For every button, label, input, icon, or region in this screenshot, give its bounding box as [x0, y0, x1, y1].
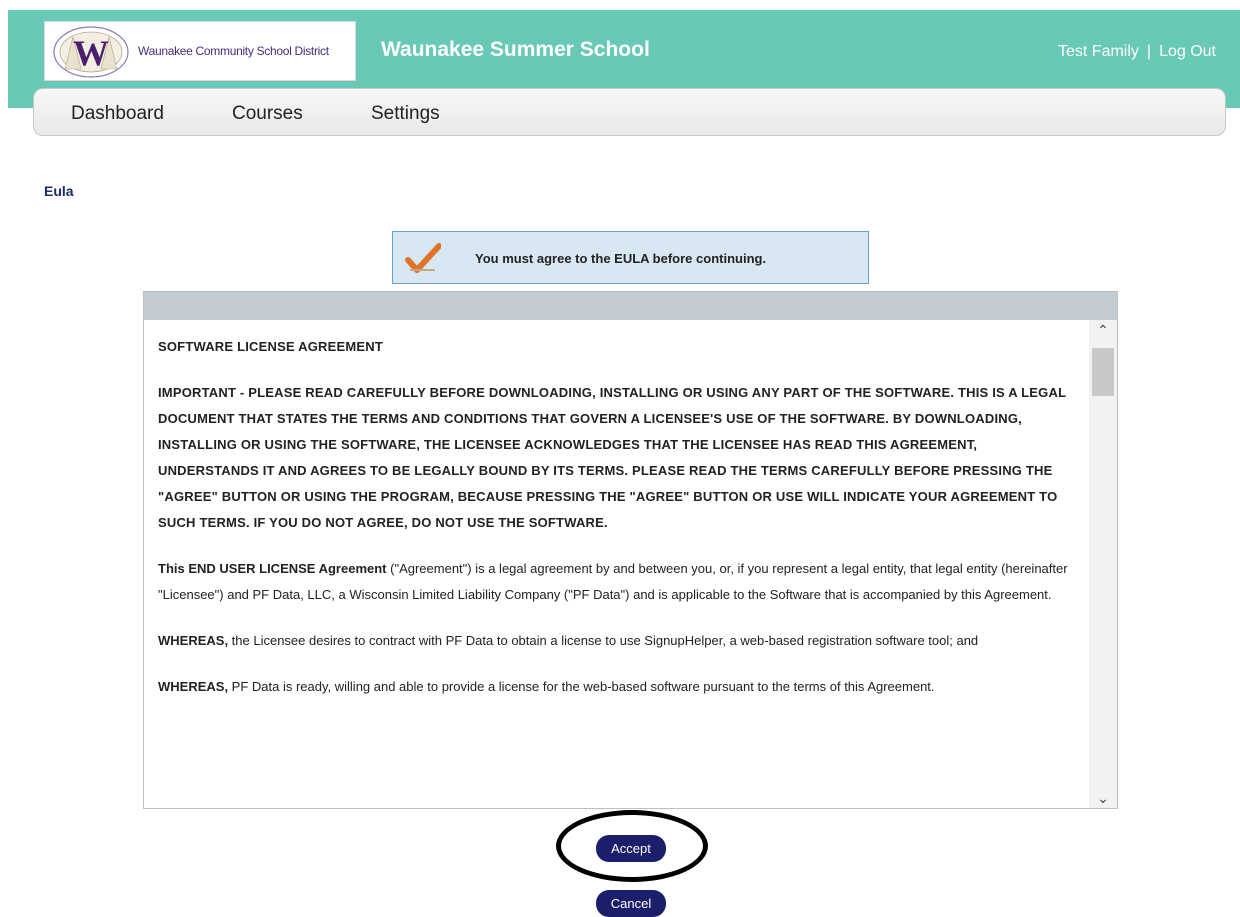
cancel-button[interactable]: Cancel: [596, 890, 666, 917]
page-title: Eula: [44, 183, 74, 199]
scroll-thumb[interactable]: [1092, 348, 1114, 396]
checkmark-icon: [405, 243, 441, 273]
eula-paragraph-3-text: PF Data is ready, willing and able to pr…: [228, 679, 935, 694]
eula-paragraph-3: WHEREAS, PF Data is ready, willing and a…: [158, 674, 1076, 700]
nav-settings[interactable]: Settings: [371, 103, 440, 125]
scroll-down-icon[interactable]: ⌄: [1089, 788, 1117, 808]
main-nav: Dashboard Courses Settings: [33, 88, 1226, 136]
nav-courses[interactable]: Courses: [232, 103, 303, 125]
user-name-link[interactable]: Test Family: [1058, 43, 1139, 60]
eula-text-area[interactable]: SOFTWARE LICENSE AGREEMENT IMPORTANT - P…: [144, 320, 1090, 808]
eula-title: SOFTWARE LICENSE AGREEMENT: [158, 339, 384, 354]
app-title: Waunakee Summer School: [381, 38, 650, 61]
eula-paragraph-1-lead: This END USER LICENSE Agreement: [158, 561, 387, 576]
link-separator: |: [1146, 43, 1152, 60]
notice-message: You must agree to the EULA before contin…: [475, 251, 767, 266]
highlight-circle: [556, 810, 708, 882]
eula-paragraph-3-lead: WHEREAS,: [158, 679, 229, 694]
district-emblem-icon: W: [53, 26, 129, 78]
district-name: Waunakee Community School District: [138, 44, 329, 58]
nav-dashboard[interactable]: Dashboard: [71, 103, 164, 125]
eula-important-notice: IMPORTANT - PLEASE READ CAREFULLY BEFORE…: [158, 385, 1066, 530]
eula-panel-header: [144, 292, 1117, 320]
eula-notice: You must agree to the EULA before contin…: [392, 231, 869, 284]
eula-scrollbar[interactable]: ⌃ ⌄: [1089, 320, 1117, 808]
svg-text:W: W: [73, 33, 109, 73]
eula-paragraph-2-text: the Licensee desires to contract with PF…: [228, 633, 979, 648]
eula-paragraph-2-lead: WHEREAS,: [158, 633, 229, 648]
user-links: Test Family | Log Out: [1058, 43, 1216, 61]
eula-panel: SOFTWARE LICENSE AGREEMENT IMPORTANT - P…: [143, 291, 1118, 809]
eula-paragraph-1: This END USER LICENSE Agreement ("Agreem…: [158, 556, 1076, 608]
scroll-up-icon[interactable]: ⌃: [1089, 320, 1117, 340]
eula-paragraph-2: WHEREAS, the Licensee desires to contrac…: [158, 628, 1076, 654]
logout-link[interactable]: Log Out: [1159, 43, 1216, 60]
district-logo[interactable]: W Waunakee Community School District: [44, 21, 356, 81]
